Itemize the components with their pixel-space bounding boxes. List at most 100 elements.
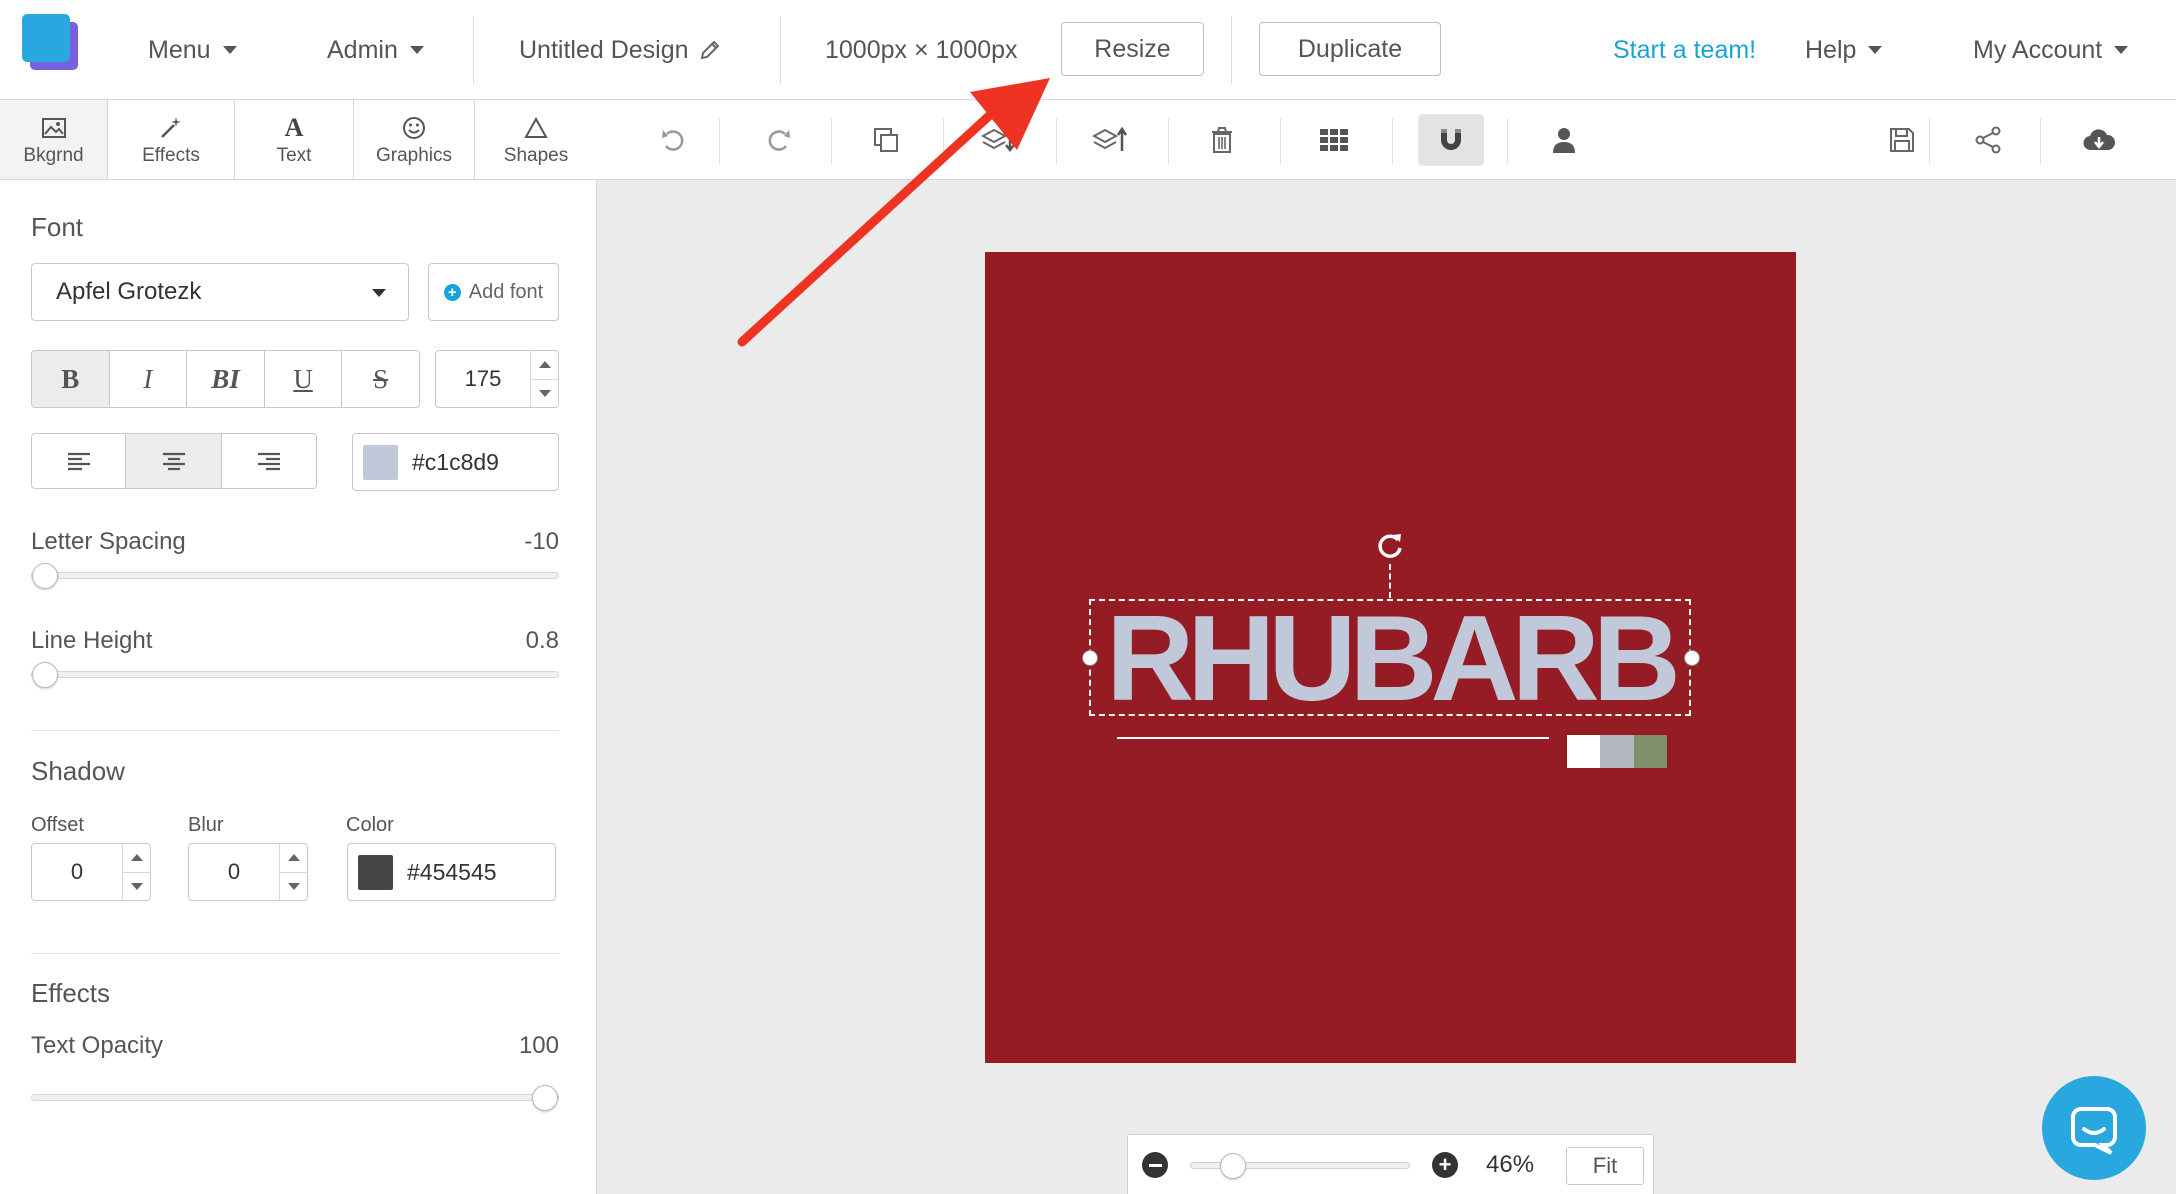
- app-logo[interactable]: [22, 14, 82, 74]
- palette-swatch: [1600, 735, 1634, 768]
- zoom-slider[interactable]: [1190, 1153, 1410, 1179]
- bold-button[interactable]: B: [32, 351, 110, 407]
- design-title[interactable]: Untitled Design: [519, 0, 721, 100]
- chat-button[interactable]: [2042, 1076, 2146, 1180]
- palette-swatch: [1567, 735, 1601, 768]
- letter-spacing-value: -10: [524, 528, 559, 555]
- account-dropdown[interactable]: My Account: [1973, 0, 2129, 100]
- shadow-color-swatch: [358, 854, 393, 890]
- chevron-down-icon: [2114, 46, 2129, 54]
- copy-icon[interactable]: [853, 114, 919, 166]
- tab-bkgrnd[interactable]: Bkgrnd: [0, 100, 108, 179]
- strikethrough-button[interactable]: S: [342, 351, 419, 407]
- pencil-icon[interactable]: [699, 39, 721, 61]
- divider: [473, 16, 474, 84]
- align-left-icon: [67, 452, 90, 471]
- font-size-value: 175: [464, 366, 502, 391]
- color-palette-strip: [1567, 735, 1667, 768]
- slider-handle[interactable]: [532, 1085, 558, 1111]
- line-height-slider[interactable]: [31, 662, 559, 688]
- tab-text[interactable]: A Text: [235, 100, 354, 179]
- divider: [1929, 118, 1930, 164]
- save-icon[interactable]: [1869, 114, 1935, 166]
- shadow-blur-stepper[interactable]: 0: [188, 843, 308, 901]
- undo-icon[interactable]: [641, 114, 707, 166]
- decrement-button[interactable]: [280, 873, 307, 901]
- decrement-button[interactable]: [531, 380, 558, 408]
- admin-dropdown[interactable]: Admin: [327, 0, 424, 100]
- chat-bubble-icon: [2071, 1107, 2117, 1155]
- underline-button[interactable]: U: [265, 351, 343, 407]
- shadow-offset-stepper[interactable]: 0: [31, 843, 151, 901]
- fit-button[interactable]: Fit: [1566, 1147, 1644, 1185]
- zoom-in-icon[interactable]: +: [1432, 1152, 1458, 1178]
- shadow-offset-label: Offset: [31, 814, 84, 836]
- increment-button[interactable]: [531, 351, 558, 380]
- layer-down-icon[interactable]: [965, 114, 1031, 166]
- resize-handle-left[interactable]: [1082, 650, 1098, 666]
- letter-spacing-slider[interactable]: [31, 563, 559, 589]
- user-icon[interactable]: [1531, 114, 1597, 166]
- tab-shapes[interactable]: Shapes: [475, 100, 597, 179]
- text-selection-box[interactable]: RHUBARB: [1089, 593, 1691, 723]
- zoom-percent: 46%: [1486, 1151, 1535, 1178]
- rhubarb-text[interactable]: RHUBARB: [1091, 593, 1689, 723]
- shadow-color-picker[interactable]: #454545: [347, 843, 556, 901]
- text-opacity-slider[interactable]: [31, 1085, 559, 1111]
- slider-handle[interactable]: [32, 563, 58, 589]
- align-center-button[interactable]: [126, 434, 222, 488]
- text-color-swatch: [363, 444, 398, 480]
- italic-button[interactable]: I: [110, 351, 188, 407]
- duplicate-button[interactable]: Duplicate: [1259, 22, 1441, 76]
- tab-label: Graphics: [375, 144, 453, 166]
- font-size-stepper[interactable]: 175: [435, 350, 559, 408]
- design-artboard[interactable]: RHUBARB: [985, 252, 1796, 1063]
- font-select[interactable]: Apfel Grotezk: [31, 263, 409, 321]
- shadow-color-value: #454545: [407, 858, 497, 885]
- rotate-icon[interactable]: [1374, 530, 1406, 562]
- tab-label: Bkgrnd: [23, 144, 84, 166]
- start-team-link[interactable]: Start a team!: [1613, 0, 1756, 100]
- admin-label: Admin: [327, 35, 398, 64]
- sidebar-tabs: Bkgrnd Effects A Text Graphics Shapes: [0, 100, 597, 180]
- slider-handle[interactable]: [32, 662, 58, 688]
- divider: [2040, 118, 2041, 164]
- zoom-out-icon[interactable]: [1142, 1152, 1168, 1178]
- decrement-button[interactable]: [123, 873, 150, 901]
- help-dropdown[interactable]: Help: [1805, 0, 1883, 100]
- align-right-icon: [257, 452, 280, 471]
- increment-button[interactable]: [123, 844, 150, 873]
- divider: [831, 118, 832, 164]
- share-icon[interactable]: [1955, 114, 2021, 166]
- text-color-value: #c1c8d9: [412, 448, 499, 475]
- canvas-dimensions: 1000px × 1000px: [825, 35, 1018, 64]
- layer-up-icon[interactable]: [1077, 114, 1143, 166]
- divider: [780, 16, 781, 84]
- increment-button[interactable]: [280, 844, 307, 873]
- font-name: Apfel Grotezk: [56, 278, 202, 305]
- zoom-slider-handle[interactable]: [1219, 1153, 1246, 1179]
- cloud-download-icon[interactable]: [2066, 114, 2132, 166]
- align-right-button[interactable]: [222, 434, 316, 488]
- line-height-label: Line Height: [31, 627, 153, 654]
- tab-effects[interactable]: Effects: [108, 100, 235, 179]
- tab-graphics[interactable]: Graphics: [354, 100, 475, 179]
- align-left-button[interactable]: [32, 434, 127, 488]
- smiley-icon: [401, 113, 427, 143]
- text-style-buttons: B I BI U S: [31, 350, 420, 408]
- add-font-button[interactable]: + Add font: [428, 263, 559, 321]
- redo-icon[interactable]: [745, 114, 811, 166]
- menu-dropdown[interactable]: Menu: [148, 0, 237, 100]
- resize-button[interactable]: Resize: [1061, 22, 1204, 76]
- text-color-picker[interactable]: #c1c8d9: [352, 433, 559, 491]
- trash-icon[interactable]: [1189, 114, 1255, 166]
- chevron-down-icon: [409, 46, 424, 54]
- menu-label: Menu: [148, 35, 211, 64]
- grid-icon[interactable]: [1301, 114, 1367, 166]
- tab-label: Shapes: [503, 144, 569, 166]
- magnet-icon[interactable]: [1418, 114, 1484, 166]
- resize-handle-right[interactable]: [1684, 650, 1700, 666]
- divider: [1280, 118, 1281, 164]
- add-font-label: Add font: [468, 280, 544, 303]
- bold-italic-button[interactable]: BI: [187, 351, 265, 407]
